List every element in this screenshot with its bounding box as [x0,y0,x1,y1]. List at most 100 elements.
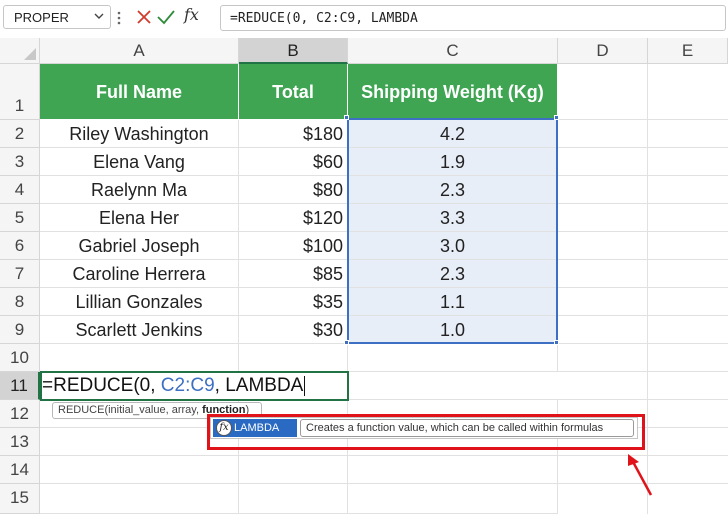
name-box[interactable]: PROPER [3,5,111,29]
gridline [558,399,728,400]
chevron-down-icon[interactable] [94,11,104,21]
row-header[interactable]: 15 [0,484,40,514]
row-header[interactable]: 14 [0,456,40,484]
selection-handle[interactable] [344,115,349,120]
header-label: Shipping Weight (Kg) [361,82,544,102]
range-reference: C2:C9 [160,375,215,396]
row-label: 2 [14,124,25,143]
more-options-icon[interactable] [117,10,121,26]
row-label: 10 [10,348,29,367]
row-label: 9 [14,320,25,339]
row-label: 8 [14,292,25,311]
empty-cell[interactable] [348,484,558,514]
empty-cell[interactable] [239,456,348,484]
row-header[interactable]: 8 [0,288,40,316]
row-label: 13 [10,432,29,451]
column-header-a[interactable]: A [40,38,239,64]
header-label: Total [272,82,314,102]
empty-cell[interactable] [348,456,558,484]
gridline [558,119,728,120]
gridline [558,231,728,232]
table-header-shipping-weight[interactable]: Shipping Weight (Kg) [348,64,558,120]
active-cell-editor[interactable]: =REDUCE(0, C2:C9, LAMBDA [40,371,349,401]
highlight-box [207,414,645,450]
table-header-total[interactable]: Total [239,64,348,120]
syntax-text: REDUCE(initial_value, array, [58,404,203,416]
formula-input[interactable]: =REDUCE(0, C2:C9, LAMBDA [220,5,726,31]
table-header-full-name[interactable]: Full Name [40,64,239,120]
name-cell[interactable]: Riley Washington [40,120,239,148]
formula-prefix: =REDUCE(0, [42,375,161,396]
row-header[interactable]: 2 [0,120,40,148]
column-header-d[interactable]: D [558,38,648,64]
row-header[interactable]: 9 [0,316,40,344]
column-label: C [446,41,459,60]
gridline [558,315,728,316]
cancel-icon[interactable] [136,8,152,26]
total-cell[interactable]: $80 [239,176,348,204]
total-cell[interactable]: $85 [239,260,348,288]
column-header-e[interactable]: E [648,38,728,64]
row-label: 14 [10,460,29,479]
row-header[interactable]: 10 [0,344,40,372]
row-header[interactable]: 12 [0,400,40,428]
row-label: 11 [10,376,28,395]
row-label: 3 [14,152,25,171]
selection-handle[interactable] [554,340,559,345]
insert-function-icon[interactable]: fx [184,5,208,29]
row-header[interactable]: 1 [0,64,40,120]
total-cell[interactable]: $35 [239,288,348,316]
row-header[interactable]: 3 [0,148,40,176]
empty-cell[interactable] [239,344,348,372]
row-header[interactable]: 13 [0,428,40,456]
row-header[interactable]: 6 [0,232,40,260]
total-cell[interactable]: $120 [239,204,348,232]
total-cell[interactable]: $30 [239,316,348,344]
name-cell[interactable]: Elena Her [40,204,239,232]
row-header[interactable]: 5 [0,204,40,232]
name-cell[interactable]: Scarlett Jenkins [40,316,239,344]
gridline [558,259,728,260]
row-label: 12 [10,404,29,423]
name-box-value: PROPER [14,10,69,25]
text-caret [304,375,306,396]
empty-cell[interactable] [239,484,348,514]
empty-cell[interactable] [40,344,239,372]
empty-cell[interactable] [40,484,239,514]
name-cell[interactable]: Caroline Herrera [40,260,239,288]
name-cell[interactable]: Lillian Gonzales [40,288,239,316]
column-label: B [287,41,299,60]
gridline [558,343,728,344]
total-cell[interactable]: $180 [239,120,348,148]
formula-text: =REDUCE(0, C2:C9, LAMBDA [230,11,418,26]
row-label: 4 [14,180,25,199]
arrow-icon [628,454,653,496]
selection-handle[interactable] [554,115,559,120]
row-label: 15 [10,488,29,507]
row-label: 6 [14,236,25,255]
select-all-corner[interactable] [0,38,40,64]
row-header[interactable]: 4 [0,176,40,204]
name-cell[interactable]: Raelynn Ma [40,176,239,204]
gridline [558,371,728,372]
total-cell[interactable]: $60 [239,148,348,176]
row-header[interactable]: 7 [0,260,40,288]
column-header-b[interactable]: B [239,38,348,64]
enter-check-icon[interactable] [157,8,175,26]
formula-bar: PROPER fx =REDUCE(0, C2:C9, LAMBDA [0,0,728,36]
name-cell[interactable]: Gabriel Joseph [40,232,239,260]
gridline [349,371,558,372]
column-header-c[interactable]: C [348,38,558,64]
gridline [558,287,728,288]
name-cell[interactable]: Elena Vang [40,148,239,176]
row-label: 1 [14,96,25,115]
column-e-cells[interactable] [648,64,728,514]
column-label: A [133,41,145,60]
empty-cell[interactable] [40,456,239,484]
total-cell[interactable]: $100 [239,232,348,260]
row-header[interactable]: 11 [0,372,40,400]
empty-cell[interactable] [348,344,558,372]
gridline [558,175,728,176]
selection-handle[interactable] [344,340,349,345]
header-label: Full Name [95,82,183,102]
